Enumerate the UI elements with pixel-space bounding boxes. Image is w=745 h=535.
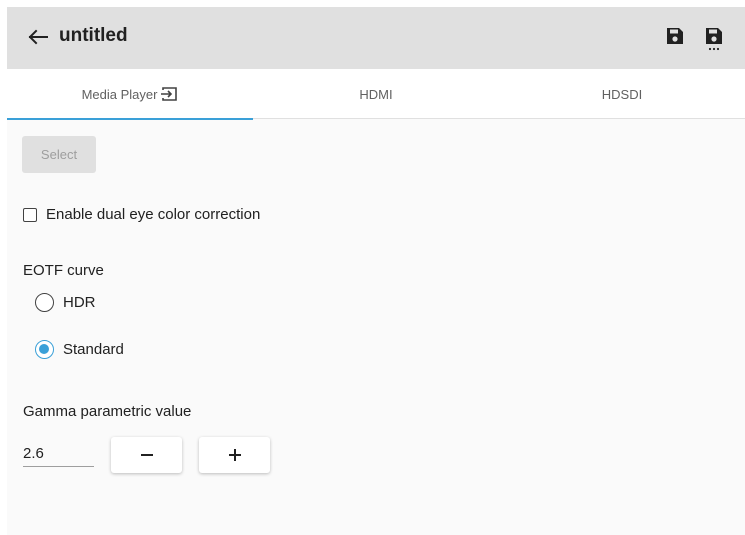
dual-eye-checkbox-row[interactable]: Enable dual eye color correction xyxy=(23,206,260,223)
save-button[interactable] xyxy=(665,26,687,50)
eotf-option-hdr[interactable]: HDR xyxy=(35,293,96,312)
select-button[interactable]: Select xyxy=(22,136,96,173)
dual-eye-checkbox[interactable] xyxy=(23,207,37,222)
increment-button[interactable] xyxy=(199,437,270,473)
tab-label: HDSDI xyxy=(601,86,643,102)
eotf-option-standard[interactable]: Standard xyxy=(35,340,124,359)
gamma-value-input[interactable] xyxy=(23,441,94,467)
page-title: untitled xyxy=(59,25,128,46)
standard-radio-label: Standard xyxy=(63,341,124,358)
gamma-label: Gamma parametric value xyxy=(23,403,192,420)
tab-label: HDMI xyxy=(359,86,393,102)
eotf-curve-label: EOTF curve xyxy=(23,262,104,279)
back-button[interactable] xyxy=(25,24,51,50)
hdr-radio[interactable] xyxy=(35,293,54,312)
tab-hdmi[interactable]: HDMI xyxy=(253,69,499,119)
tab-media-player[interactable]: Media Player xyxy=(7,69,253,120)
tab-hdsdi[interactable]: HDSDI xyxy=(499,69,745,119)
dual-eye-label: Enable dual eye color correction xyxy=(46,206,261,223)
decrement-button[interactable] xyxy=(111,437,182,473)
input-icon xyxy=(160,86,178,102)
app-frame: untitled Media Player HDMI HDSDI Select … xyxy=(7,7,745,535)
tab-label: Media Player xyxy=(81,86,158,102)
hdr-radio-label: HDR xyxy=(63,294,96,311)
standard-radio[interactable] xyxy=(35,340,54,359)
save-icon xyxy=(667,28,683,44)
save-as-icon xyxy=(706,28,722,51)
save-as-button[interactable] xyxy=(704,26,726,51)
plus-icon xyxy=(228,449,241,461)
tab-bar: Media Player HDMI HDSDI xyxy=(7,69,745,120)
minus-icon xyxy=(140,454,153,456)
arrow-left-icon xyxy=(28,29,48,45)
app-header: untitled xyxy=(7,7,745,69)
